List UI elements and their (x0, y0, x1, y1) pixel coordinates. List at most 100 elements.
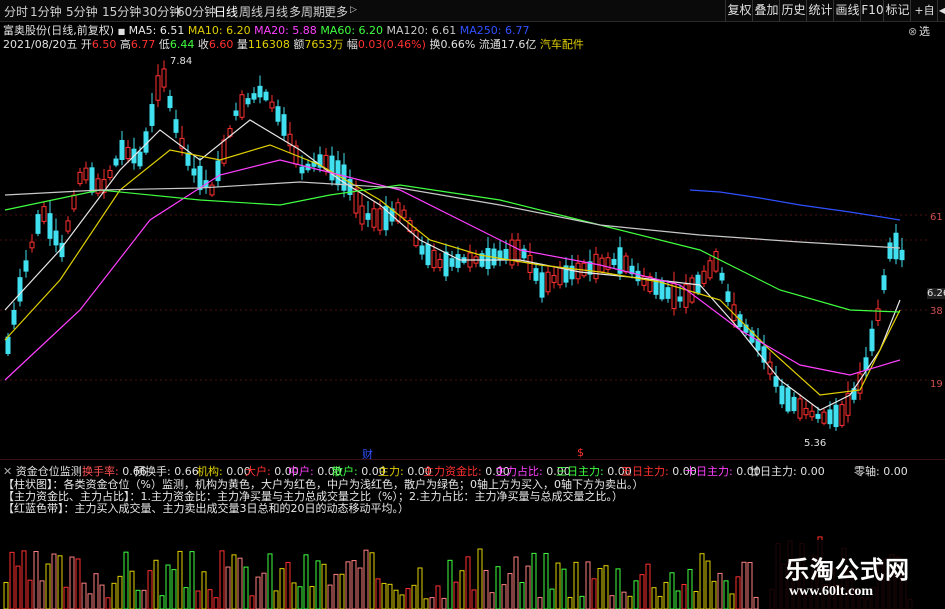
ma250-value: MA250: 6.77 (459, 24, 530, 37)
capital-bar (621, 591, 627, 609)
capital-bar (321, 563, 327, 609)
capital-bar (453, 581, 459, 609)
statistics-button[interactable]: 统计 (806, 0, 834, 21)
capital-bar (447, 559, 453, 609)
capital-bar (45, 563, 51, 609)
indicator-close-icon[interactable]: ✕ (3, 465, 12, 478)
capital-bar (399, 594, 405, 609)
candle-body (353, 188, 359, 214)
capital-bar (627, 595, 633, 609)
candle-body (335, 160, 341, 186)
restore-rights-button[interactable]: 复权 (725, 0, 753, 21)
candle-body (425, 243, 431, 266)
ma20-value: MA20: 5.88 (254, 24, 317, 37)
ma60-value: MA60: 6.20 (320, 24, 384, 37)
capital-bar (573, 561, 579, 609)
panel-divider (0, 459, 945, 460)
indicator-item-label: 主力占比: (495, 465, 543, 478)
candle-body (275, 106, 281, 122)
candle-body (455, 254, 461, 268)
tab-more[interactable]: 更多 (324, 3, 348, 20)
watermark-overlay: 乐淘公式网 www.60lt.com (765, 540, 945, 609)
tab-intraday[interactable]: 分时 (4, 3, 28, 20)
candle-body (53, 230, 59, 246)
more-arrow-icon[interactable]: ▷ (350, 5, 357, 15)
capital-bar (297, 586, 303, 609)
capital-bar (357, 567, 363, 609)
candlestick-chart[interactable] (0, 50, 930, 455)
candle-body (611, 258, 617, 266)
tab-1min[interactable]: 1分钟 (30, 3, 62, 20)
capital-bar (345, 561, 351, 609)
candle-body (35, 214, 41, 234)
capital-bar (351, 560, 357, 609)
draw-line-button[interactable]: 画线 (833, 0, 861, 21)
tab-30min[interactable]: 30分钟 (142, 3, 181, 20)
capital-bar (639, 574, 645, 609)
capital-bar (663, 581, 669, 609)
candle-body (209, 184, 215, 196)
candle-body (881, 275, 887, 291)
capital-bar (117, 575, 123, 609)
capital-bar (711, 580, 717, 609)
history-button[interactable]: 历史 (779, 0, 807, 21)
overlay-button[interactable]: 叠加 (752, 0, 780, 21)
candle-body (197, 165, 203, 191)
capital-bar (249, 595, 255, 609)
capital-bar (591, 578, 597, 609)
capital-bar (615, 568, 621, 609)
capital-bar (579, 595, 585, 609)
capital-bar (213, 597, 219, 609)
candle-body (437, 259, 443, 268)
tab-multi-period[interactable]: 多周期 (289, 3, 325, 20)
indicator-name[interactable]: 资金仓位监测 (16, 465, 82, 478)
candle-body (263, 91, 269, 101)
candle-body (11, 309, 17, 325)
scroll-left-icon[interactable]: ◀ (937, 0, 945, 21)
indicator-item-label: 中户: (288, 465, 314, 478)
capital-bar (459, 570, 465, 609)
stock-name: 富奥股份(日线,前复权) (3, 24, 115, 37)
dividend-marker[interactable]: $ (577, 446, 584, 459)
capital-bar (477, 548, 483, 609)
tab-15min[interactable]: 15分钟 (102, 3, 141, 20)
capital-bar (603, 565, 609, 609)
candle-body (449, 258, 455, 267)
candle-body (173, 119, 179, 133)
candle-body (431, 249, 437, 269)
tab-monthly[interactable]: 月线 (264, 3, 288, 20)
capital-bar (507, 573, 513, 609)
indicator-item-value: 0.00 (796, 465, 825, 478)
candle-body (485, 247, 491, 270)
candle-body (77, 171, 83, 185)
capital-bar (717, 572, 723, 609)
close-icon[interactable]: ⊗ (908, 25, 917, 38)
add-watchlist-button[interactable]: +自选 (910, 0, 938, 38)
capital-bar (597, 567, 603, 609)
tab-daily[interactable]: 日线 (214, 3, 238, 20)
indicator-item-value: 0.66 (170, 465, 199, 478)
candle-body (515, 239, 521, 263)
candle-body (779, 385, 785, 405)
watermark-url: www.60lt.com (789, 584, 873, 599)
indicator-item-label: 换手率: (82, 465, 119, 478)
capital-bar (729, 593, 735, 609)
capital-bar (207, 589, 213, 609)
capital-bar (465, 556, 471, 609)
candle-body (299, 166, 305, 174)
capital-bar (417, 567, 423, 609)
candle-body (827, 409, 833, 425)
capital-bar (483, 569, 489, 609)
ma10-value: MA10: 6.20 (187, 24, 251, 37)
capital-bar (513, 556, 519, 609)
tab-60min[interactable]: 60分钟 (177, 3, 216, 20)
mark-button[interactable]: 标记 (883, 0, 911, 21)
f10-button[interactable]: F10 (860, 0, 884, 21)
capital-bar (381, 582, 387, 609)
tab-5min[interactable]: 5分钟 (66, 3, 98, 20)
tab-weekly[interactable]: 周线 (239, 3, 263, 20)
candle-body (701, 270, 707, 284)
capital-bar (333, 573, 339, 609)
candle-body (71, 194, 77, 210)
indicator-item-label: 预换手: (134, 465, 171, 478)
